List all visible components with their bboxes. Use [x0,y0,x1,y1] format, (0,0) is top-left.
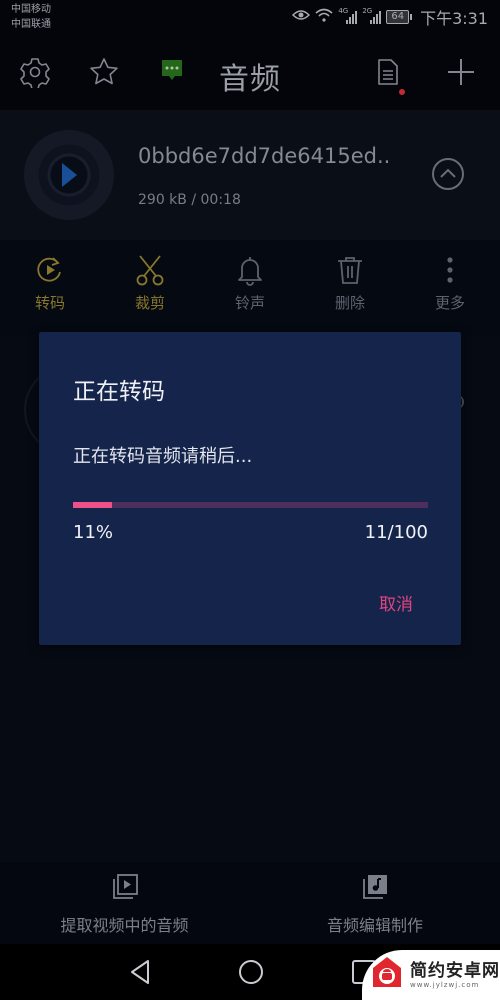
music-library-icon [363,875,387,899]
progress-percent: 11% [73,522,114,543]
home-icon[interactable] [237,958,265,990]
tab-extract-audio[interactable]: 提取视频中的音频 [52,872,197,936]
video-library-icon [112,874,138,899]
tab-audio-edit[interactable]: 音频编辑制作 [320,872,430,936]
progress-fill [73,502,113,508]
watermark-url: www.jylzwj.com [410,981,480,989]
cancel-button[interactable]: 取消 [379,590,413,615]
progress-bar [73,502,428,508]
bottom-tab-bar: 提取视频中的音频 音频编辑制作 [0,862,500,944]
watermark: 简约安卓网 www.jylzwj.com [362,950,500,1000]
progress-count: 11/100 [364,522,428,543]
android-logo-icon [372,956,402,988]
dialog-title: 正在转码 [73,379,165,405]
transcode-progress-dialog: 正在转码 正在转码音频请稍后... 11% 11/100 取消 [39,332,461,645]
watermark-text: 简约安卓网 [410,961,500,981]
dialog-message: 正在转码音频请稍后... [73,446,253,467]
back-icon[interactable] [128,958,152,990]
